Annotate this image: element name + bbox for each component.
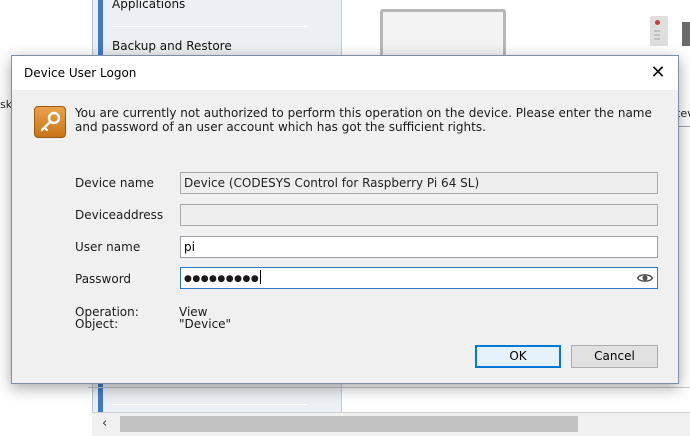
device-name-field: Device (CODESYS Control for Raspberry Pi…: [180, 172, 658, 194]
dialog-title: Device User Logon: [24, 66, 137, 80]
sidebar-item-backup-restore[interactable]: Backup and Restore: [112, 39, 232, 53]
close-icon[interactable]: ✕: [641, 58, 675, 88]
device-name-label: Device name: [75, 176, 154, 190]
device-user-logon-dialog: Device User Logon ✕ You are currently no…: [11, 55, 679, 384]
eye-icon[interactable]: [636, 269, 654, 287]
authorization-message: You are currently not authorized to perf…: [75, 106, 652, 134]
password-label: Password: [75, 272, 132, 286]
scrollbar-thumb[interactable]: [120, 416, 578, 432]
device-image-icon: [682, 22, 690, 46]
text-caret: [260, 270, 262, 284]
device-image-icon: [650, 16, 668, 46]
sidebar-separator: [112, 404, 307, 405]
cancel-button[interactable]: Cancel: [571, 345, 658, 368]
password-input[interactable]: ●●●●●●●●●: [180, 267, 658, 289]
dialog-titlebar[interactable]: Device User Logon ✕: [12, 56, 678, 90]
sidebar-separator: [112, 26, 307, 27]
user-name-input[interactable]: pi: [180, 236, 658, 258]
user-name-label: User name: [75, 240, 141, 254]
object-value: "Device": [179, 317, 232, 331]
ok-button[interactable]: OK: [475, 345, 561, 368]
device-address-field: [180, 204, 658, 226]
object-label: Object:: [75, 317, 119, 331]
device-address-label: Deviceaddress: [75, 208, 164, 222]
scroll-left-icon[interactable]: ‹: [102, 416, 107, 431]
key-icon: [34, 106, 66, 138]
background-divider: [88, 387, 690, 388]
password-mask: ●●●●●●●●●: [184, 274, 260, 284]
horizontal-scrollbar[interactable]: ‹: [92, 412, 690, 436]
sidebar-item-applications[interactable]: Applications: [112, 0, 185, 11]
background-card: [380, 9, 506, 57]
